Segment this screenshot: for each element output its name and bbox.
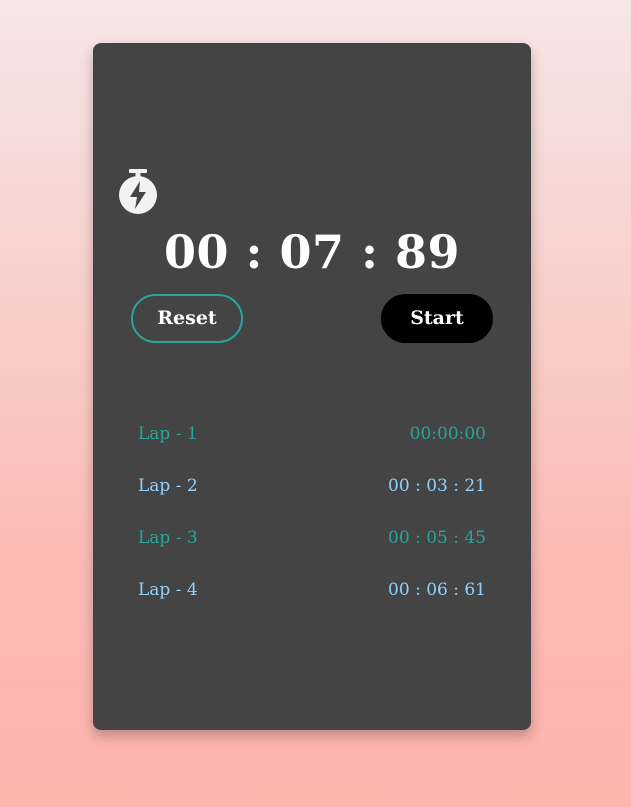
lap-row: Lap - 1 00:00:00 — [138, 408, 486, 460]
start-button[interactable]: Start — [381, 294, 493, 343]
lap-name: Lap - 4 — [138, 580, 198, 600]
stopwatch-card: 00 : 07 : 89 Reset Start Lap - 1 00:00:0… — [93, 43, 531, 730]
lap-row: Lap - 2 00 : 03 : 21 — [138, 460, 486, 512]
lap-time: 00:00:00 — [409, 424, 486, 444]
lap-time: 00 : 05 : 45 — [388, 528, 486, 548]
timer-display: 00 : 07 : 89 — [163, 225, 461, 279]
lap-row: Lap - 4 00 : 06 : 61 — [138, 564, 486, 616]
lap-time: 00 : 06 : 61 — [388, 580, 486, 600]
lap-time: 00 : 03 : 21 — [388, 476, 486, 496]
reset-button[interactable]: Reset — [131, 294, 243, 343]
lap-row: Lap - 3 00 : 05 : 45 — [138, 512, 486, 564]
stopwatch-icon — [119, 169, 157, 214]
lap-list: Lap - 1 00:00:00 Lap - 2 00 : 03 : 21 La… — [138, 408, 486, 616]
lap-name: Lap - 2 — [138, 476, 198, 496]
lap-name: Lap - 3 — [138, 528, 198, 548]
lap-name: Lap - 1 — [138, 424, 198, 444]
